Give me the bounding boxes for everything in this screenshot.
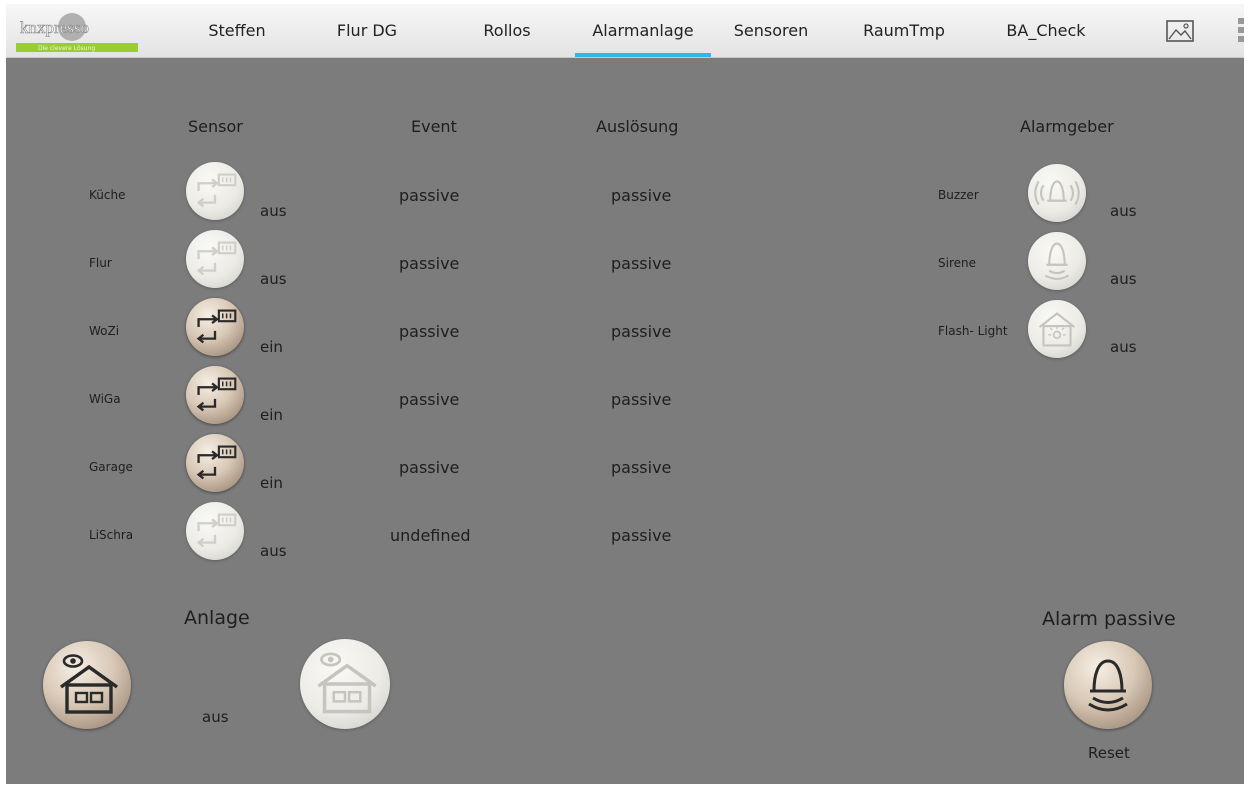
sensor-name-k-che: Küche [89, 188, 126, 202]
alarm-device-toggle-flash-light[interactable] [1028, 300, 1086, 358]
sensor-event-wiga: passive [399, 390, 460, 409]
buzzer-bell-icon [1034, 180, 1080, 206]
sensor-state-lischra: aus [260, 542, 287, 560]
sensor-trigger-wiga: passive [611, 390, 672, 409]
tab-sensoren[interactable]: Sensoren [721, 4, 821, 57]
sensor-event-wozi: passive [399, 322, 460, 341]
sensor-event-garage: passive [399, 458, 460, 477]
sensor-trigger-wozi: passive [611, 322, 672, 341]
sensor-event-k-che: passive [399, 186, 460, 205]
sensor-icon [196, 309, 237, 344]
anlage-title: Anlage [184, 607, 250, 629]
sensor-icon [196, 241, 237, 276]
knxpresso-logo: knxpresso Die clevere Lösung [14, 9, 142, 53]
sensor-icon [196, 513, 237, 548]
sensor-state-flur: aus [260, 270, 287, 288]
sensor-trigger-garage: passive [611, 458, 672, 477]
tab-alarmanlage[interactable]: Alarmanlage [575, 4, 711, 57]
sensor-state-garage: ein [260, 474, 283, 492]
sensor-icon [196, 377, 237, 412]
alarm-reset-button[interactable] [1064, 641, 1152, 729]
alarm-device-name-sirene: Sirene [938, 256, 976, 270]
header-event: Event [411, 117, 457, 136]
svg-text:knxpresso: knxpresso [20, 18, 89, 37]
reset-label: Reset [1088, 744, 1130, 762]
sensor-state-k-che: aus [260, 202, 287, 220]
header-ausloesung: Auslösung [596, 117, 679, 136]
tab-flur-dg[interactable]: Flur DG [326, 4, 408, 57]
sensor-toggle-lischra[interactable] [186, 502, 244, 560]
sensor-name-garage: Garage [89, 460, 133, 474]
sensor-toggle-wozi[interactable] [186, 298, 244, 356]
sensor-name-wozi: WoZi [89, 324, 120, 338]
anlage-arm-button[interactable] [43, 641, 131, 729]
alarm-device-toggle-sirene[interactable] [1028, 232, 1086, 290]
sensor-toggle-wiga[interactable] [186, 366, 244, 424]
sensor-state-wiga: ein [260, 406, 283, 424]
header-alarmgeber: Alarmgeber [1020, 117, 1114, 136]
sensor-icon [196, 445, 237, 480]
alarm-status: Alarm passive [1042, 608, 1176, 630]
sensor-toggle-flur[interactable] [186, 230, 244, 288]
overflow-menu-icon[interactable] [1238, 18, 1244, 46]
siren-bell-icon [1044, 242, 1070, 280]
sensor-state-wozi: ein [260, 338, 283, 356]
alarm-device-state-buzzer: aus [1110, 202, 1137, 220]
top-tab-bar: knxpresso Die clevere Lösung Steffen Flur… [6, 4, 1244, 58]
alarm-device-toggle-buzzer[interactable] [1028, 164, 1086, 222]
anlage-state: aus [202, 708, 229, 726]
sensor-name-wiga: WiGa [89, 392, 121, 406]
sensor-trigger-lischra: passive [611, 526, 672, 545]
alarm-device-state-sirene: aus [1110, 270, 1137, 288]
sensor-name-lischra: LiSchra [89, 528, 134, 542]
tab-rollos[interactable]: Rollos [466, 4, 548, 57]
alarm-device-state-flash-light: aus [1110, 338, 1137, 356]
sensor-name-flur: Flur [89, 256, 112, 270]
app-window: knxpresso Die clevere Lösung Steffen Flur… [6, 4, 1244, 784]
header-sensor: Sensor [188, 117, 243, 136]
sensor-toggle-k-che[interactable] [186, 162, 244, 220]
anlage-disarm-button[interactable] [300, 639, 390, 729]
alarm-device-name-flash-light: Flash- Light [938, 324, 1008, 338]
sensor-toggle-garage[interactable] [186, 434, 244, 492]
image-icon[interactable] [1166, 20, 1194, 42]
alarm-device-name-buzzer: Buzzer [938, 188, 979, 202]
sensor-trigger-k-che: passive [611, 186, 672, 205]
flash-light-house-icon [1038, 312, 1076, 347]
tab-raumtmp[interactable]: RaumTmp [854, 4, 954, 57]
sensor-event-lischra: undefined [390, 526, 471, 545]
svg-text:Die clevere Lösung: Die clevere Lösung [38, 45, 95, 52]
tab-ba-check[interactable]: BA_Check [992, 4, 1100, 57]
sensor-trigger-flur: passive [611, 254, 672, 273]
sensor-icon [196, 173, 237, 208]
tab-steffen[interactable]: Steffen [196, 4, 278, 57]
sensor-event-flur: passive [399, 254, 460, 273]
